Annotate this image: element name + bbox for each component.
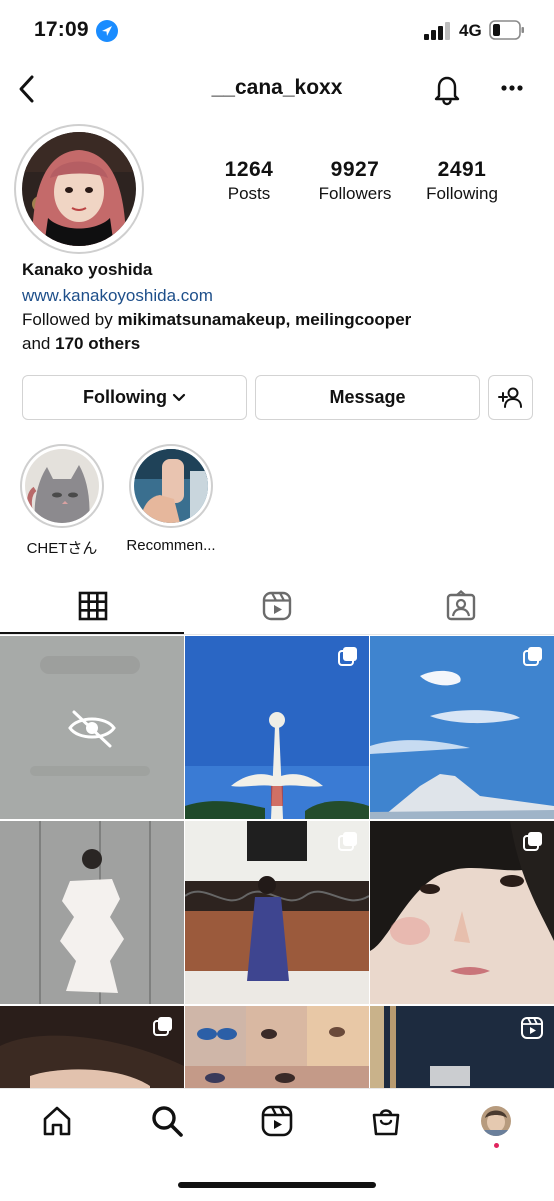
multiple-photos-icon (338, 647, 357, 666)
post-white-dress[interactable] (0, 821, 184, 1004)
highlight-recommend[interactable] (134, 449, 208, 523)
active-tab-indicator (0, 632, 184, 634)
followed-by-others[interactable]: 170 others (55, 334, 140, 353)
status-time: 17:09 (34, 18, 89, 41)
network-type: 4G (459, 21, 482, 40)
tagged-tab-icon[interactable] (445, 590, 477, 622)
home-indicator[interactable] (178, 1182, 376, 1188)
message-button-label: Message (329, 387, 406, 407)
profile-avatar[interactable] (22, 132, 136, 246)
add-person-icon (497, 387, 522, 408)
highlight-label-recommend: Recommen... (126, 537, 216, 554)
following-button[interactable]: Following (22, 375, 247, 420)
suggested-users-button[interactable] (488, 375, 533, 420)
multiple-photos-icon (153, 1017, 172, 1036)
notification-dot (494, 1143, 499, 1148)
post-face-portrait[interactable] (370, 821, 554, 1004)
profile-nav-avatar[interactable] (481, 1106, 511, 1136)
shop-icon[interactable] (369, 1104, 403, 1138)
reels-tab-icon[interactable] (261, 590, 293, 622)
multiple-photos-icon (338, 832, 357, 851)
followed-by-and: and (22, 334, 51, 353)
following-label: Following (426, 184, 498, 203)
highlight-chet[interactable] (25, 449, 99, 523)
followers-count: 9927 (330, 158, 380, 181)
cellular-signal-icon (424, 22, 450, 40)
followed-by-users[interactable]: mikimatsunamakeup, meilingcooper (117, 310, 411, 329)
post-mount-fuji[interactable] (370, 636, 554, 819)
multiple-photos-icon (523, 647, 542, 666)
followed-by-prefix: Followed by (22, 310, 113, 329)
stat-posts[interactable]: 1264 Posts (194, 158, 304, 204)
message-button[interactable]: Message (255, 375, 480, 420)
stat-following[interactable]: 2491 Following (407, 158, 517, 204)
stat-followers[interactable]: 9927 Followers (300, 158, 410, 204)
chevron-down-icon (172, 393, 186, 401)
search-icon[interactable] (150, 1104, 184, 1138)
followed-by-others-line[interactable]: and 170 others (22, 334, 140, 354)
multiple-photos-icon (523, 832, 542, 851)
battery-icon (489, 20, 524, 40)
notification-bell-icon[interactable] (430, 72, 464, 106)
tab-divider (0, 634, 554, 635)
profile-website-link[interactable]: www.kanakoyoshida.com (22, 286, 213, 306)
posts-count: 1264 (224, 158, 274, 181)
followed-by-line[interactable]: Followed by mikimatsunamakeup, meilingco… (22, 310, 411, 330)
highlight-label-chet: CHETさん (26, 540, 98, 557)
reel-icon (521, 1017, 543, 1039)
more-options-icon[interactable] (497, 76, 527, 100)
profile-full-name: Kanako yoshida (22, 260, 153, 279)
following-count: 2491 (437, 158, 487, 181)
followers-label: Followers (318, 184, 392, 203)
home-icon[interactable] (40, 1104, 74, 1138)
post-tower-of-sun[interactable] (185, 636, 369, 819)
reels-icon[interactable] (260, 1104, 294, 1138)
location-arrow-icon (96, 20, 118, 42)
post-hidden[interactable] (0, 636, 184, 819)
profile-username: __cana_koxx (211, 76, 343, 99)
following-button-label: Following (83, 387, 167, 407)
post-balcony[interactable] (185, 821, 369, 1004)
posts-label: Posts (227, 184, 271, 203)
grid-icon[interactable] (77, 590, 109, 622)
